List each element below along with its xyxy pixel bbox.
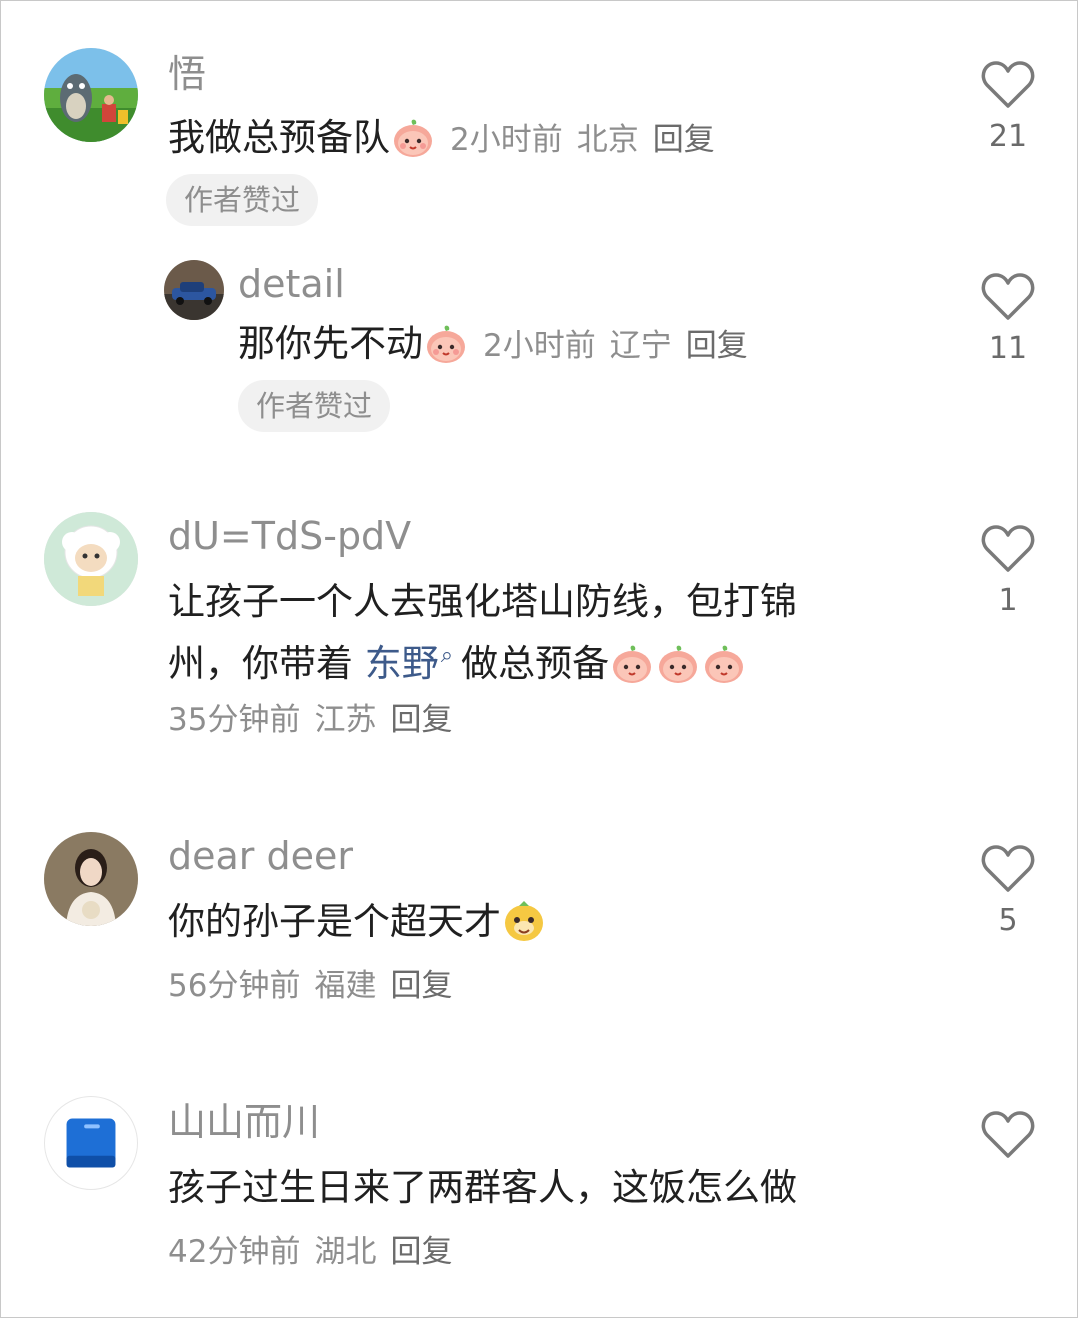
heart-icon xyxy=(981,525,1035,572)
comment-author[interactable]: 悟 xyxy=(168,52,206,96)
comment-location: 北京 xyxy=(576,122,639,158)
comment-author[interactable]: dU=TdS-pdV xyxy=(168,514,411,558)
like-button[interactable]: 11 xyxy=(968,272,1048,366)
heart-icon xyxy=(981,61,1035,108)
avatar[interactable] xyxy=(44,512,138,606)
comment-time: 42分钟前 xyxy=(168,1234,301,1270)
comment-time: 56分钟前 xyxy=(168,968,301,1004)
car-avatar-icon xyxy=(164,260,224,320)
search-icon: ⌕ xyxy=(440,643,454,668)
like-count: 11 xyxy=(988,331,1028,366)
like-count: 1 xyxy=(998,583,1018,618)
reply-button[interactable]: 回复 xyxy=(686,328,748,364)
peach-face-emoji-icon xyxy=(423,320,469,366)
comment-meta: 35分钟前 江苏 回复 xyxy=(168,700,452,740)
like-button[interactable]: 21 xyxy=(968,60,1048,154)
like-button[interactable]: 1 xyxy=(968,524,1048,618)
heart-icon xyxy=(981,845,1035,892)
comment-text-row: 州，你带着 东野⌕ 做总预备 xyxy=(168,628,747,692)
totoro-landscape-avatar-icon xyxy=(44,48,138,142)
comment-time: 35分钟前 xyxy=(168,702,301,738)
comment-author[interactable]: detail xyxy=(238,262,345,306)
comment-text: 孩子过生日来了两群客人，这饭怎么做 xyxy=(168,1166,797,1209)
avatar[interactable] xyxy=(164,260,224,320)
comment-author[interactable]: 山山而川 xyxy=(168,1100,320,1144)
comment-text-row: 我做总预备队 2小时前 北京 回复 xyxy=(168,110,715,168)
comment-location: 江苏 xyxy=(314,702,377,738)
avatar[interactable] xyxy=(44,832,138,926)
comment-text: 你的孙子是个超天才 xyxy=(168,900,501,943)
blue-book-avatar-icon xyxy=(66,1118,116,1168)
avatar[interactable] xyxy=(44,48,138,142)
woman-portrait-avatar-icon xyxy=(44,832,138,926)
comment-text-line-2: 州，你带着 xyxy=(168,642,365,685)
reply-button[interactable]: 回复 xyxy=(390,968,452,1004)
comment-text-line-2-end: 做总预备 xyxy=(461,642,610,685)
peach-face-emoji-icon xyxy=(390,114,436,160)
comment-text-line-1: 让孩子一个人去强化塔山防线，包打锦 xyxy=(168,580,797,623)
comment-author[interactable]: dear deer xyxy=(168,834,353,878)
author-liked-badge: 作者赞过 xyxy=(238,380,391,432)
comment-text-row: 那你先不动 2小时前 辽宁 回复 xyxy=(238,316,748,374)
comment-location: 湖北 xyxy=(314,1234,377,1270)
comment-time: 2小时前 xyxy=(450,122,563,158)
author-liked-badge: 作者赞过 xyxy=(166,174,319,226)
comment-text-row: 你的孙子是个超天才 xyxy=(168,894,547,950)
reply-button[interactable]: 回复 xyxy=(653,122,715,158)
heart-icon xyxy=(981,1111,1035,1158)
heart-icon xyxy=(981,273,1035,320)
topic-link[interactable]: 东野 xyxy=(365,642,439,685)
like-count: 21 xyxy=(988,119,1028,154)
peach-face-emoji-icon xyxy=(609,640,655,686)
comment-meta: 56分钟前 福建 回复 xyxy=(168,966,452,1006)
comment-location: 福建 xyxy=(314,968,377,1004)
like-button[interactable] xyxy=(968,1110,1048,1170)
comment-text: 我做总预备队 xyxy=(168,116,390,159)
like-count: 5 xyxy=(998,903,1018,938)
reply-button[interactable]: 回复 xyxy=(390,1234,452,1270)
peach-face-emoji-icon xyxy=(701,640,747,686)
avatar[interactable] xyxy=(44,1096,138,1190)
comment-time: 2小时前 xyxy=(483,328,596,364)
comment-location: 辽宁 xyxy=(609,328,672,364)
peach-face-emoji-icon xyxy=(655,640,701,686)
like-button[interactable]: 5 xyxy=(968,844,1048,938)
comment-text: 那你先不动 xyxy=(238,322,423,365)
reply-button[interactable]: 回复 xyxy=(390,702,452,738)
comment-meta: 42分钟前 湖北 回复 xyxy=(168,1232,452,1272)
sheep-cartoon-avatar-icon xyxy=(44,512,138,606)
smiling-face-emoji-icon xyxy=(501,898,547,944)
